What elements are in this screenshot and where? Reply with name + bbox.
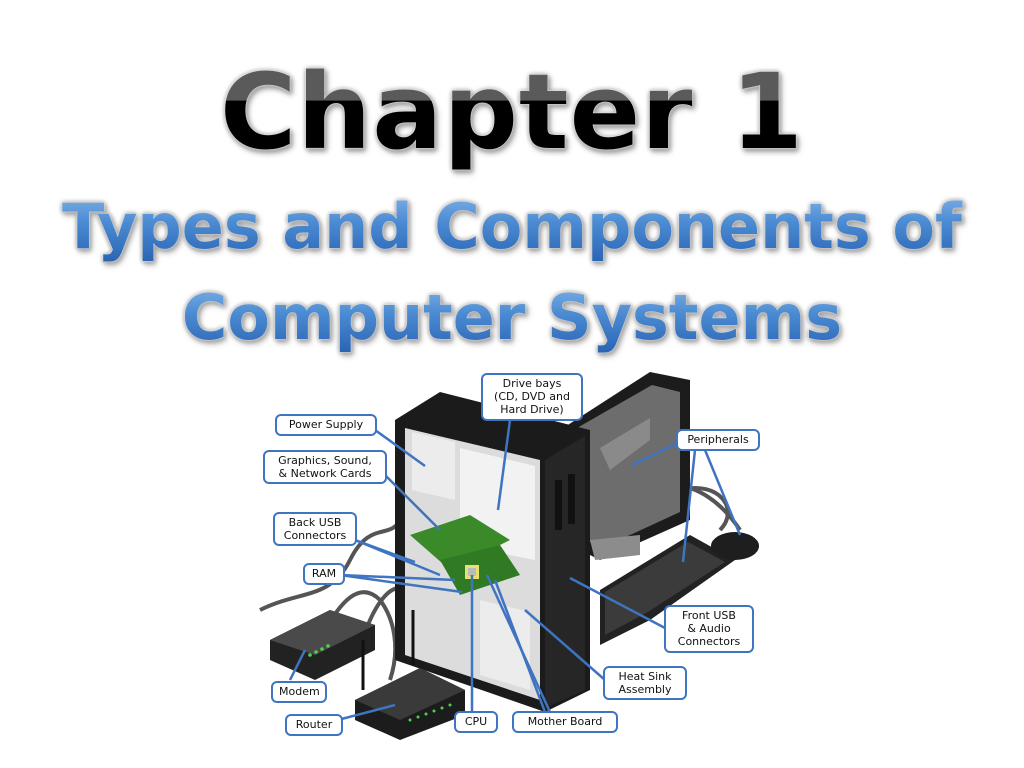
label-mother-board: Mother Board xyxy=(512,711,618,733)
label-modem: Modem xyxy=(271,681,327,703)
label-power-supply: Power Supply xyxy=(275,414,377,436)
label-peripherals: Peripherals xyxy=(676,429,760,451)
label-back-usb-connectors: Back USB Connectors xyxy=(273,512,357,546)
label-front-usb-audio-connectors: Front USB & Audio Connectors xyxy=(664,605,754,653)
modem xyxy=(270,610,375,680)
label-graphics-sound-network-cards: Graphics, Sound, & Network Cards xyxy=(263,450,387,484)
label-router: Router xyxy=(285,714,343,736)
label-cpu: CPU xyxy=(454,711,498,733)
label-ram: RAM xyxy=(303,563,345,585)
mouse xyxy=(711,532,759,560)
label-drive-bays: Drive bays (CD, DVD and Hard Drive) xyxy=(481,373,583,421)
computer-tower xyxy=(395,392,590,712)
label-heat-sink-assembly: Heat Sink Assembly xyxy=(603,666,687,700)
